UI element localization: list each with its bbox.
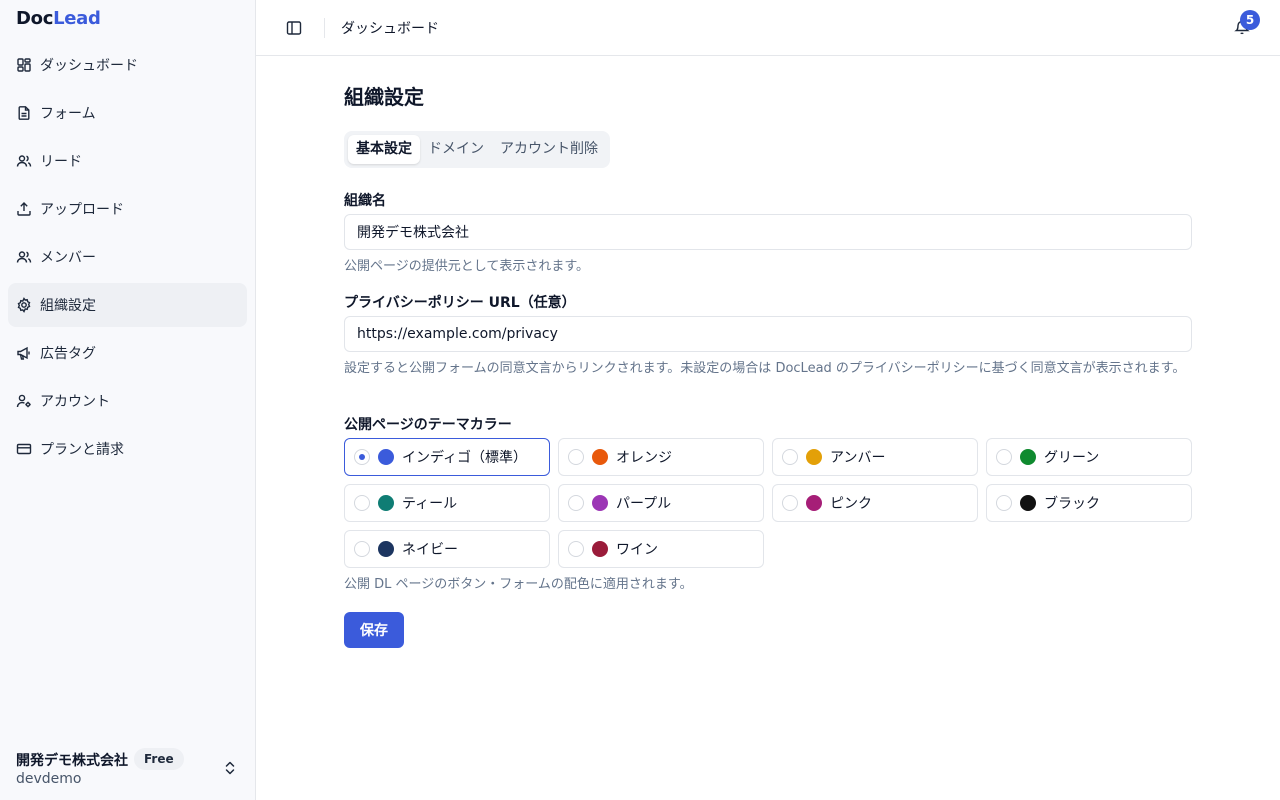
header-divider — [324, 18, 325, 38]
logo-text-doc: Doc — [16, 8, 54, 29]
sidebar-item-org-settings[interactable]: 組織設定 — [8, 283, 247, 327]
credit-card-icon — [16, 441, 32, 457]
color-swatch — [378, 449, 394, 465]
sidebar-item-account[interactable]: アカウント — [8, 379, 247, 423]
color-option-navy[interactable]: ネイビー — [344, 530, 550, 568]
megaphone-icon — [16, 345, 32, 361]
sidebar-item-leads[interactable]: リード — [8, 139, 247, 183]
color-swatch — [378, 541, 394, 557]
radio-button[interactable] — [354, 449, 370, 465]
sidebar-item-label: ダッシュボード — [40, 58, 138, 74]
theme-color-help: 公開 DL ページのボタン・フォームの配色に適用されます。 — [344, 577, 693, 592]
color-option-pink[interactable]: ピンク — [772, 484, 978, 522]
sidebar-item-label: プランと請求 — [40, 442, 124, 458]
color-option-label: グリーン — [1044, 450, 1100, 466]
radio-button[interactable] — [568, 541, 584, 557]
radio-button[interactable] — [996, 449, 1012, 465]
tab-domain[interactable]: ドメイン — [420, 135, 492, 164]
color-option-label: ピンク — [830, 496, 872, 512]
users-icon — [16, 249, 32, 265]
org-switcher[interactable]: 開発デモ株式会社 Free devdemo — [16, 748, 240, 790]
color-swatch — [378, 495, 394, 511]
radio-button[interactable] — [568, 449, 584, 465]
color-option-wine[interactable]: ワイン — [558, 530, 764, 568]
color-option-label: ワイン — [616, 542, 658, 558]
privacy-url-input[interactable] — [344, 316, 1192, 352]
color-option-purple[interactable]: パープル — [558, 484, 764, 522]
org-name-input[interactable] — [344, 214, 1192, 250]
color-option-green[interactable]: グリーン — [986, 438, 1192, 476]
plan-badge: Free — [134, 748, 184, 770]
upload-icon — [16, 201, 32, 217]
color-option-orange[interactable]: オレンジ — [558, 438, 764, 476]
sidebar-item-billing[interactable]: プランと請求 — [8, 427, 247, 471]
page-title: 組織設定 — [344, 85, 424, 109]
tab-basic-settings[interactable]: 基本設定 — [348, 135, 420, 164]
top-bar: ダッシュボード 5 — [256, 0, 1280, 56]
color-swatch — [1020, 495, 1036, 511]
color-option-amber[interactable]: アンバー — [772, 438, 978, 476]
color-swatch — [592, 541, 608, 557]
dashboard-icon — [16, 57, 32, 73]
sidebar-item-dashboard[interactable]: ダッシュボード — [8, 43, 247, 87]
color-option-label: パープル — [616, 496, 672, 512]
org-name-label: 組織名 — [344, 193, 386, 209]
org-name: 開発デモ株式会社 — [16, 753, 128, 769]
color-swatch — [1020, 449, 1036, 465]
sidebar-item-label: フォーム — [40, 106, 96, 122]
privacy-url-help: 設定すると公開フォームの同意文言からリンクされます。未設定の場合は DocLea… — [344, 361, 1186, 376]
notification-count-badge: 5 — [1240, 10, 1260, 30]
color-option-label: ネイビー — [402, 542, 458, 558]
radio-button[interactable] — [782, 495, 798, 511]
radio-button[interactable] — [996, 495, 1012, 511]
sidebar-item-label: 組織設定 — [40, 298, 96, 314]
sidebar-toggle-button[interactable] — [282, 16, 306, 40]
file-text-icon — [16, 105, 32, 121]
color-option-indigo[interactable]: インディゴ（標準） — [344, 438, 550, 476]
sidebar: DocLead ダッシュボード フォーム リード アップロード メンバー 組織設… — [0, 0, 256, 800]
breadcrumb[interactable]: ダッシュボード — [341, 18, 439, 38]
sidebar-item-upload[interactable]: アップロード — [8, 187, 247, 231]
color-swatch — [592, 449, 608, 465]
users-icon — [16, 153, 32, 169]
radio-button[interactable] — [568, 495, 584, 511]
color-option-label: ブラック — [1044, 496, 1100, 512]
sidebar-item-label: メンバー — [40, 250, 96, 266]
sidebar-item-label: アップロード — [40, 202, 124, 218]
sidebar-item-forms[interactable]: フォーム — [8, 91, 247, 135]
tab-account-deletion[interactable]: アカウント削除 — [492, 135, 606, 164]
color-option-label: インディゴ（標準） — [402, 450, 528, 466]
color-swatch — [806, 495, 822, 511]
radio-button[interactable] — [782, 449, 798, 465]
radio-button[interactable] — [354, 495, 370, 511]
settings-tabs: 基本設定 ドメイン アカウント削除 — [344, 131, 610, 168]
gear-icon — [16, 297, 32, 313]
org-slug: devdemo — [16, 771, 82, 787]
color-option-label: ティール — [402, 496, 458, 512]
color-swatch — [806, 449, 822, 465]
theme-color-label: 公開ページのテーマカラー — [344, 417, 512, 433]
sidebar-nav: ダッシュボード フォーム リード アップロード メンバー 組織設定 広告タグ ア… — [8, 43, 247, 475]
app-logo[interactable]: DocLead — [16, 8, 101, 29]
sidebar-item-label: アカウント — [40, 394, 110, 410]
panel-left-icon — [286, 20, 302, 36]
sidebar-item-members[interactable]: メンバー — [8, 235, 247, 279]
color-option-black[interactable]: ブラック — [986, 484, 1192, 522]
sidebar-item-ad-tags[interactable]: 広告タグ — [8, 331, 247, 375]
color-option-label: オレンジ — [616, 450, 672, 466]
color-swatch — [592, 495, 608, 511]
sidebar-item-label: リード — [40, 154, 82, 170]
org-name-help: 公開ページの提供元として表示されます。 — [344, 259, 590, 274]
user-cog-icon — [16, 393, 32, 409]
privacy-url-label: プライバシーポリシー URL（任意） — [344, 295, 576, 311]
logo-text-lead: Lead — [53, 8, 101, 29]
radio-selected-dot — [359, 454, 365, 460]
color-option-teal[interactable]: ティール — [344, 484, 550, 522]
color-option-label: アンバー — [830, 450, 886, 466]
sidebar-item-label: 広告タグ — [40, 346, 96, 362]
radio-button[interactable] — [354, 541, 370, 557]
save-button[interactable]: 保存 — [344, 612, 404, 648]
chevron-up-down-icon — [223, 760, 237, 776]
